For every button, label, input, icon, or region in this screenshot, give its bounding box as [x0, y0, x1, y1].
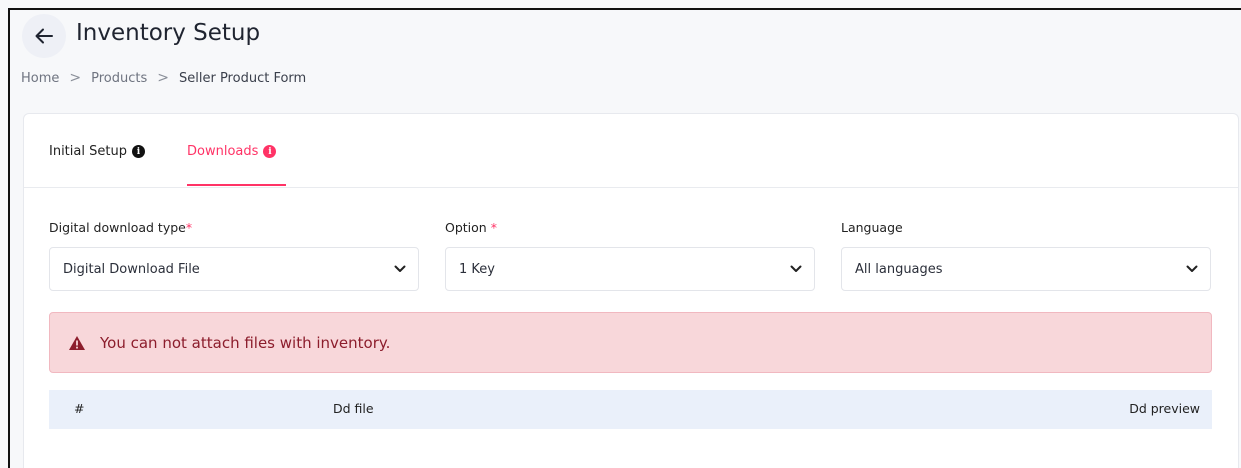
breadcrumb: Home > Products > Seller Product Form [21, 70, 306, 86]
breadcrumb-separator: > [69, 70, 82, 86]
breadcrumb-separator: > [157, 70, 169, 86]
column-header-dd-preview: Dd preview [1129, 401, 1200, 416]
option-label: Option * [445, 220, 497, 235]
info-icon: i [263, 145, 277, 158]
required-mark: * [185, 220, 193, 235]
column-header-index: # [74, 401, 85, 416]
tab-label: Initial Setup [49, 144, 127, 159]
chevron-down-icon [394, 265, 406, 272]
label-text: Digital download type [49, 220, 186, 235]
tab-bar: Initial Setup i Downloads i [24, 114, 1238, 188]
breadcrumb-home[interactable]: Home [21, 71, 59, 86]
download-type-label: Digital download type* [49, 220, 192, 235]
back-button[interactable] [22, 14, 66, 58]
form-card: Initial Setup i Downloads i Digital down… [23, 113, 1239, 468]
warning-triangle-icon [69, 335, 85, 350]
chevron-down-icon [790, 265, 802, 272]
table-header: # Dd file Dd preview [49, 390, 1212, 429]
chevron-down-icon [1186, 265, 1198, 272]
required-mark: * [490, 220, 497, 235]
tab-downloads[interactable]: Downloads i [187, 144, 277, 159]
error-alert: You can not attach files with inventory. [49, 312, 1212, 373]
option-select[interactable]: 1 Key [445, 247, 815, 291]
tab-initial-setup[interactable]: Initial Setup i [49, 144, 145, 159]
select-value: All languages [855, 261, 943, 277]
page-title: Inventory Setup [76, 20, 261, 46]
alert-message: You can not attach files with inventory. [100, 333, 391, 352]
active-tab-indicator [187, 184, 286, 186]
column-header-dd-file: Dd file [333, 401, 374, 416]
arrow-left-icon [35, 28, 53, 44]
label-text: Option [445, 220, 491, 235]
tab-label: Downloads [187, 144, 259, 159]
select-value: 1 Key [459, 261, 495, 277]
language-label: Language [841, 220, 903, 235]
breadcrumb-current: Seller Product Form [179, 70, 307, 86]
info-icon: i [131, 145, 145, 158]
select-value: Digital Download File [63, 261, 200, 277]
download-type-select[interactable]: Digital Download File [49, 247, 419, 291]
breadcrumb-products[interactable]: Products [91, 71, 147, 86]
language-select[interactable]: All languages [841, 247, 1211, 291]
